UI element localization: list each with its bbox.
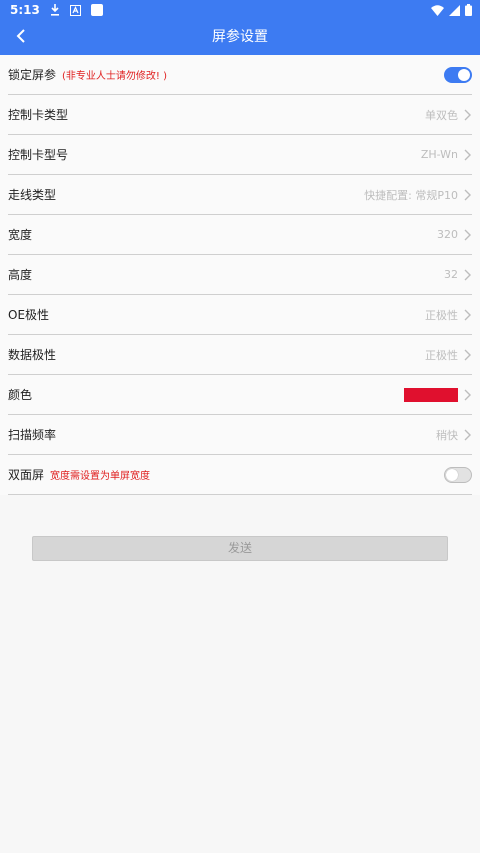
scan-rate-value: 稍快	[436, 428, 458, 442]
a-box-icon	[69, 4, 81, 16]
wiring-type-label: 走线类型	[8, 188, 57, 202]
scan-rate-row[interactable]: 扫描频率 稍快	[8, 415, 472, 455]
chevron-right-icon	[462, 148, 472, 162]
double-sided-toggle[interactable]	[444, 466, 472, 483]
chevron-right-icon	[462, 308, 472, 322]
chevron-right-icon	[462, 228, 472, 242]
color-label: 颜色	[8, 388, 33, 402]
oe-polarity-label: OE极性	[8, 308, 50, 322]
width-row[interactable]: 宽度 320	[8, 215, 472, 255]
width-value: 320	[437, 228, 458, 241]
card-type-value: 单双色	[425, 108, 458, 122]
card-type-label: 控制卡类型	[8, 108, 69, 122]
cell-signal-icon	[449, 4, 460, 16]
width-label: 宽度	[8, 228, 33, 242]
card-model-label: 控制卡型号	[8, 148, 69, 162]
double-sided-row: 双面屏 宽度需设置为单屏宽度	[8, 455, 472, 495]
card-type-row[interactable]: 控制卡类型 单双色	[8, 95, 472, 135]
chevron-right-icon	[462, 188, 472, 202]
wiring-type-value: 快捷配置: 常规P10	[364, 188, 458, 202]
download-icon	[50, 4, 60, 16]
app-bar: 屏参设置	[0, 20, 480, 55]
settings-list: 锁定屏参 (非专业人士请勿修改! ) 控制卡类型 单双色 控制卡型号 ZH-Wn…	[0, 55, 480, 495]
data-polarity-row[interactable]: 数据极性 正极性	[8, 335, 472, 375]
color-row[interactable]: 颜色	[8, 375, 472, 415]
oe-polarity-value: 正极性	[425, 308, 458, 322]
card-model-value: ZH-Wn	[420, 148, 458, 161]
card-model-row[interactable]: 控制卡型号 ZH-Wn	[8, 135, 472, 175]
chevron-right-icon	[462, 348, 472, 362]
chevron-right-icon	[462, 388, 472, 402]
white-square-icon	[90, 4, 103, 16]
chevron-right-icon	[462, 268, 472, 282]
toggle-knob	[446, 468, 458, 481]
wifi-icon	[431, 4, 444, 16]
battery-icon	[465, 4, 472, 16]
double-sided-label: 双面屏	[8, 468, 45, 482]
data-polarity-value: 正极性	[425, 348, 458, 362]
double-sided-warning: 宽度需设置为单屏宽度	[50, 471, 151, 482]
oe-polarity-row[interactable]: OE极性 正极性	[8, 295, 472, 335]
toggle-knob	[458, 68, 470, 81]
height-value: 32	[444, 268, 458, 281]
lock-params-label: 锁定屏参	[8, 68, 57, 82]
lock-params-warning: (非专业人士请勿修改! )	[62, 71, 168, 82]
wiring-type-row[interactable]: 走线类型 快捷配置: 常规P10	[8, 175, 472, 215]
height-row[interactable]: 高度 32	[8, 255, 472, 295]
lock-params-row: 锁定屏参 (非专业人士请勿修改! )	[8, 55, 472, 95]
color-swatch	[404, 387, 458, 402]
chevron-right-icon	[462, 428, 472, 442]
data-polarity-label: 数据极性	[8, 348, 57, 362]
scan-rate-label: 扫描频率	[8, 428, 57, 442]
send-button[interactable]: 发送	[32, 536, 448, 561]
height-label: 高度	[8, 268, 33, 282]
chevron-right-icon	[462, 108, 472, 122]
status-bar: 5:13	[0, 0, 480, 20]
lock-params-toggle[interactable]	[444, 66, 472, 83]
page-title: 屏参设置	[212, 29, 268, 45]
status-time: 5:13	[10, 3, 40, 17]
